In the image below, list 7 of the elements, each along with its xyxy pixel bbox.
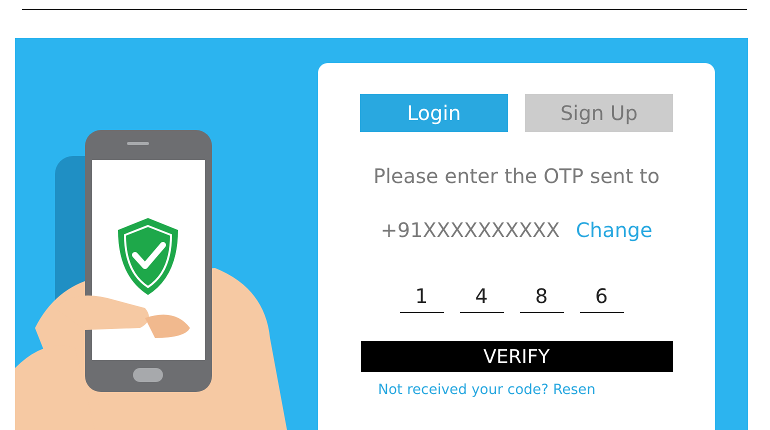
otp-digit-field[interactable]: 6 — [580, 284, 624, 313]
phone-number: +91XXXXXXXXXX — [380, 218, 560, 242]
verify-button[interactable]: VERIFY — [360, 341, 672, 372]
otp-digit-field[interactable]: 4 — [460, 284, 504, 313]
otp-digit-field[interactable]: 1 — [400, 284, 444, 313]
otp-instruction: Please enter the OTP sent to — [373, 164, 660, 188]
otp-digit-field[interactable]: 8 — [520, 284, 564, 313]
